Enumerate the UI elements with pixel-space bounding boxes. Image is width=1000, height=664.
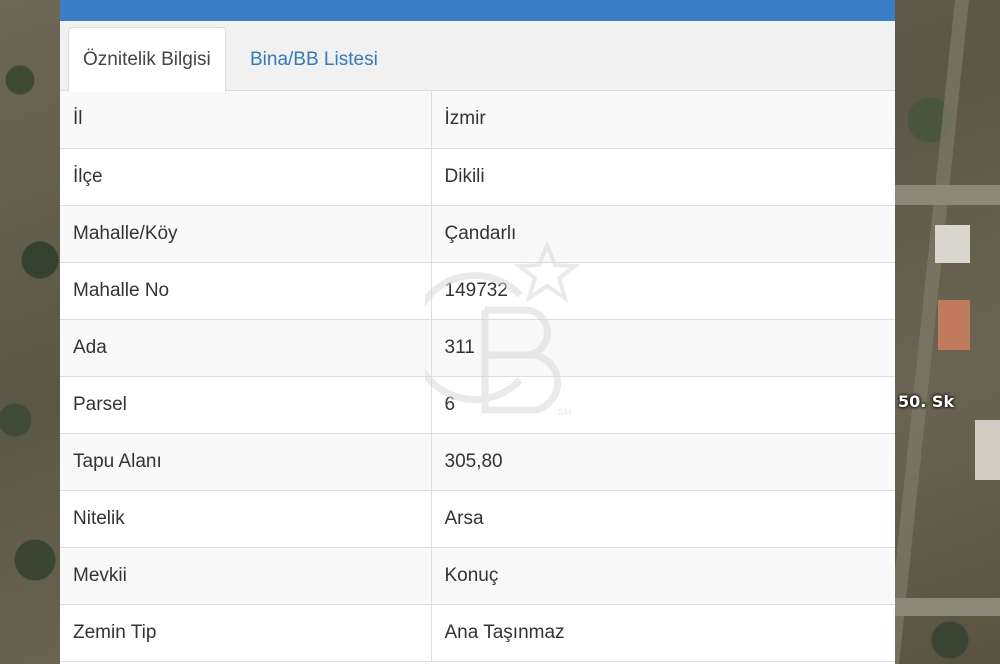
panel-header — [60, 0, 895, 21]
table-row: Mahalle/Köy Çandarlı — [60, 205, 895, 263]
attribute-value: 6 — [431, 376, 895, 434]
attribute-value: Konuç — [431, 547, 895, 605]
street-label: 50. Sk — [898, 392, 955, 411]
table-row: Tapu Alanı 305,80 — [60, 433, 895, 491]
attribute-key: İl — [60, 91, 432, 149]
map-building — [975, 420, 1000, 480]
map-road — [895, 185, 1000, 205]
table-row: Mevkii Konuç — [60, 547, 895, 605]
attribute-value: 305,80 — [431, 433, 895, 491]
attribute-key: Mevkii — [60, 547, 432, 605]
attribute-key: Mahalle No — [60, 262, 432, 320]
attribute-key: Ada — [60, 319, 432, 377]
table-row: Nitelik Arsa — [60, 490, 895, 548]
attribute-value: Dikili — [431, 148, 895, 206]
attribute-key: Tapu Alanı — [60, 433, 432, 491]
tab-bar: Öznitelik Bilgisi Bina/BB Listesi — [60, 21, 895, 92]
table-row: Parsel 6 — [60, 376, 895, 434]
map-road — [895, 598, 1000, 616]
table-row: Ada 311 — [60, 319, 895, 377]
attribute-value: Çandarlı — [431, 205, 895, 263]
attribute-key: İlçe — [60, 148, 432, 206]
attribute-key: Nitelik — [60, 490, 432, 548]
table-row: Mahalle No 149732 — [60, 262, 895, 320]
attribute-key: Mahalle/Köy — [60, 205, 432, 263]
attribute-table: İl İzmir İlçe Dikili Mahalle/Köy Çandarlı Maha… — [60, 91, 895, 662]
attribute-value: 311 — [431, 319, 895, 377]
tab-building-list[interactable]: Bina/BB Listesi — [237, 27, 391, 92]
table-row: İl İzmir — [60, 91, 895, 149]
map-building — [938, 300, 970, 350]
attribute-value: Ana Taşınmaz — [431, 604, 895, 662]
attribute-key: Parsel — [60, 376, 432, 434]
map-building — [935, 225, 970, 263]
attribute-value: İzmir — [431, 91, 895, 149]
attribute-key: Zemin Tip — [60, 604, 432, 662]
attribute-value: 149732 — [431, 262, 895, 320]
table-row: Zemin Tip Ana Taşınmaz — [60, 604, 895, 662]
tab-attribute-info[interactable]: Öznitelik Bilgisi — [68, 27, 226, 92]
table-row: İlçe Dikili — [60, 148, 895, 206]
attribute-value: Arsa — [431, 490, 895, 548]
parcel-info-panel: Öznitelik Bilgisi Bina/BB Listesi İl İzmi… — [60, 0, 895, 664]
